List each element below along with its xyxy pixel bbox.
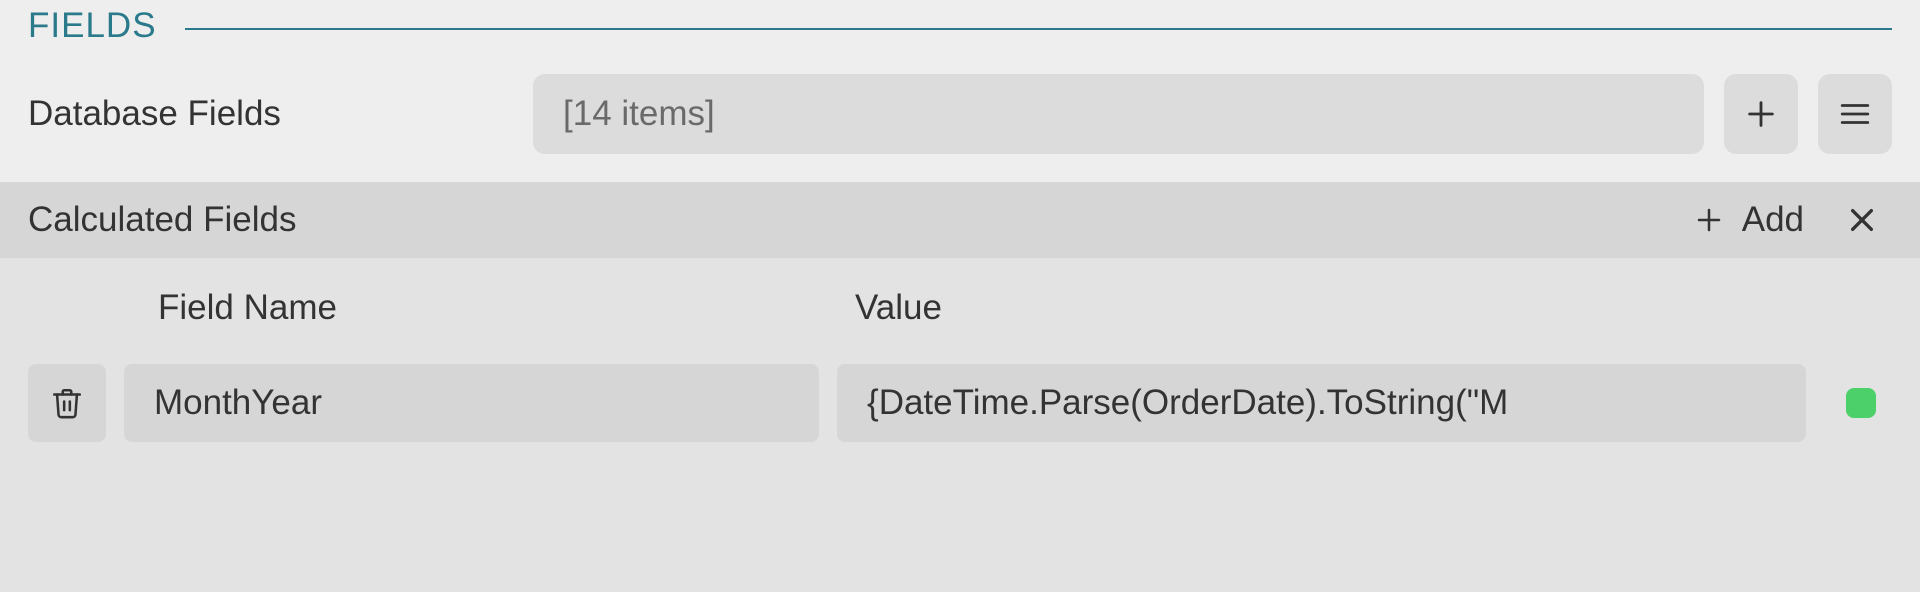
fields-section-header: FIELDS: [0, 0, 1920, 64]
close-calculated-fields-button[interactable]: [1832, 204, 1892, 236]
database-fields-row: Database Fields [14 items]: [0, 64, 1920, 182]
field-value-input[interactable]: [837, 364, 1806, 442]
column-header-field-name: Field Name: [128, 288, 823, 328]
field-name-input[interactable]: [124, 364, 819, 442]
calculated-fields-label: Calculated Fields: [28, 200, 1666, 240]
trash-icon: [50, 384, 84, 422]
calculated-fields-column-headers: Field Name Value: [28, 288, 1892, 328]
database-fields-summary[interactable]: [14 items]: [533, 74, 1704, 154]
database-fields-summary-text: [14 items]: [563, 94, 715, 134]
hamburger-icon: [1837, 97, 1873, 131]
calculated-fields-body: Field Name Value: [0, 258, 1920, 592]
add-calculated-field-button[interactable]: Add: [1686, 200, 1812, 240]
plus-icon: [1744, 97, 1778, 131]
plus-icon: [1694, 205, 1724, 235]
database-fields-menu-button[interactable]: [1818, 74, 1892, 154]
database-fields-label: Database Fields: [28, 94, 513, 134]
section-title: FIELDS: [28, 6, 157, 46]
delete-row-button[interactable]: [28, 364, 106, 442]
add-button-label: Add: [1742, 200, 1804, 240]
section-rule: [185, 28, 1892, 30]
calculated-fields-header: Calculated Fields Add: [0, 182, 1920, 258]
calculated-field-row: [28, 364, 1892, 442]
close-icon: [1846, 204, 1878, 236]
column-header-value: Value: [823, 288, 1802, 328]
status-indicator: [1846, 388, 1876, 418]
add-database-field-button[interactable]: [1724, 74, 1798, 154]
